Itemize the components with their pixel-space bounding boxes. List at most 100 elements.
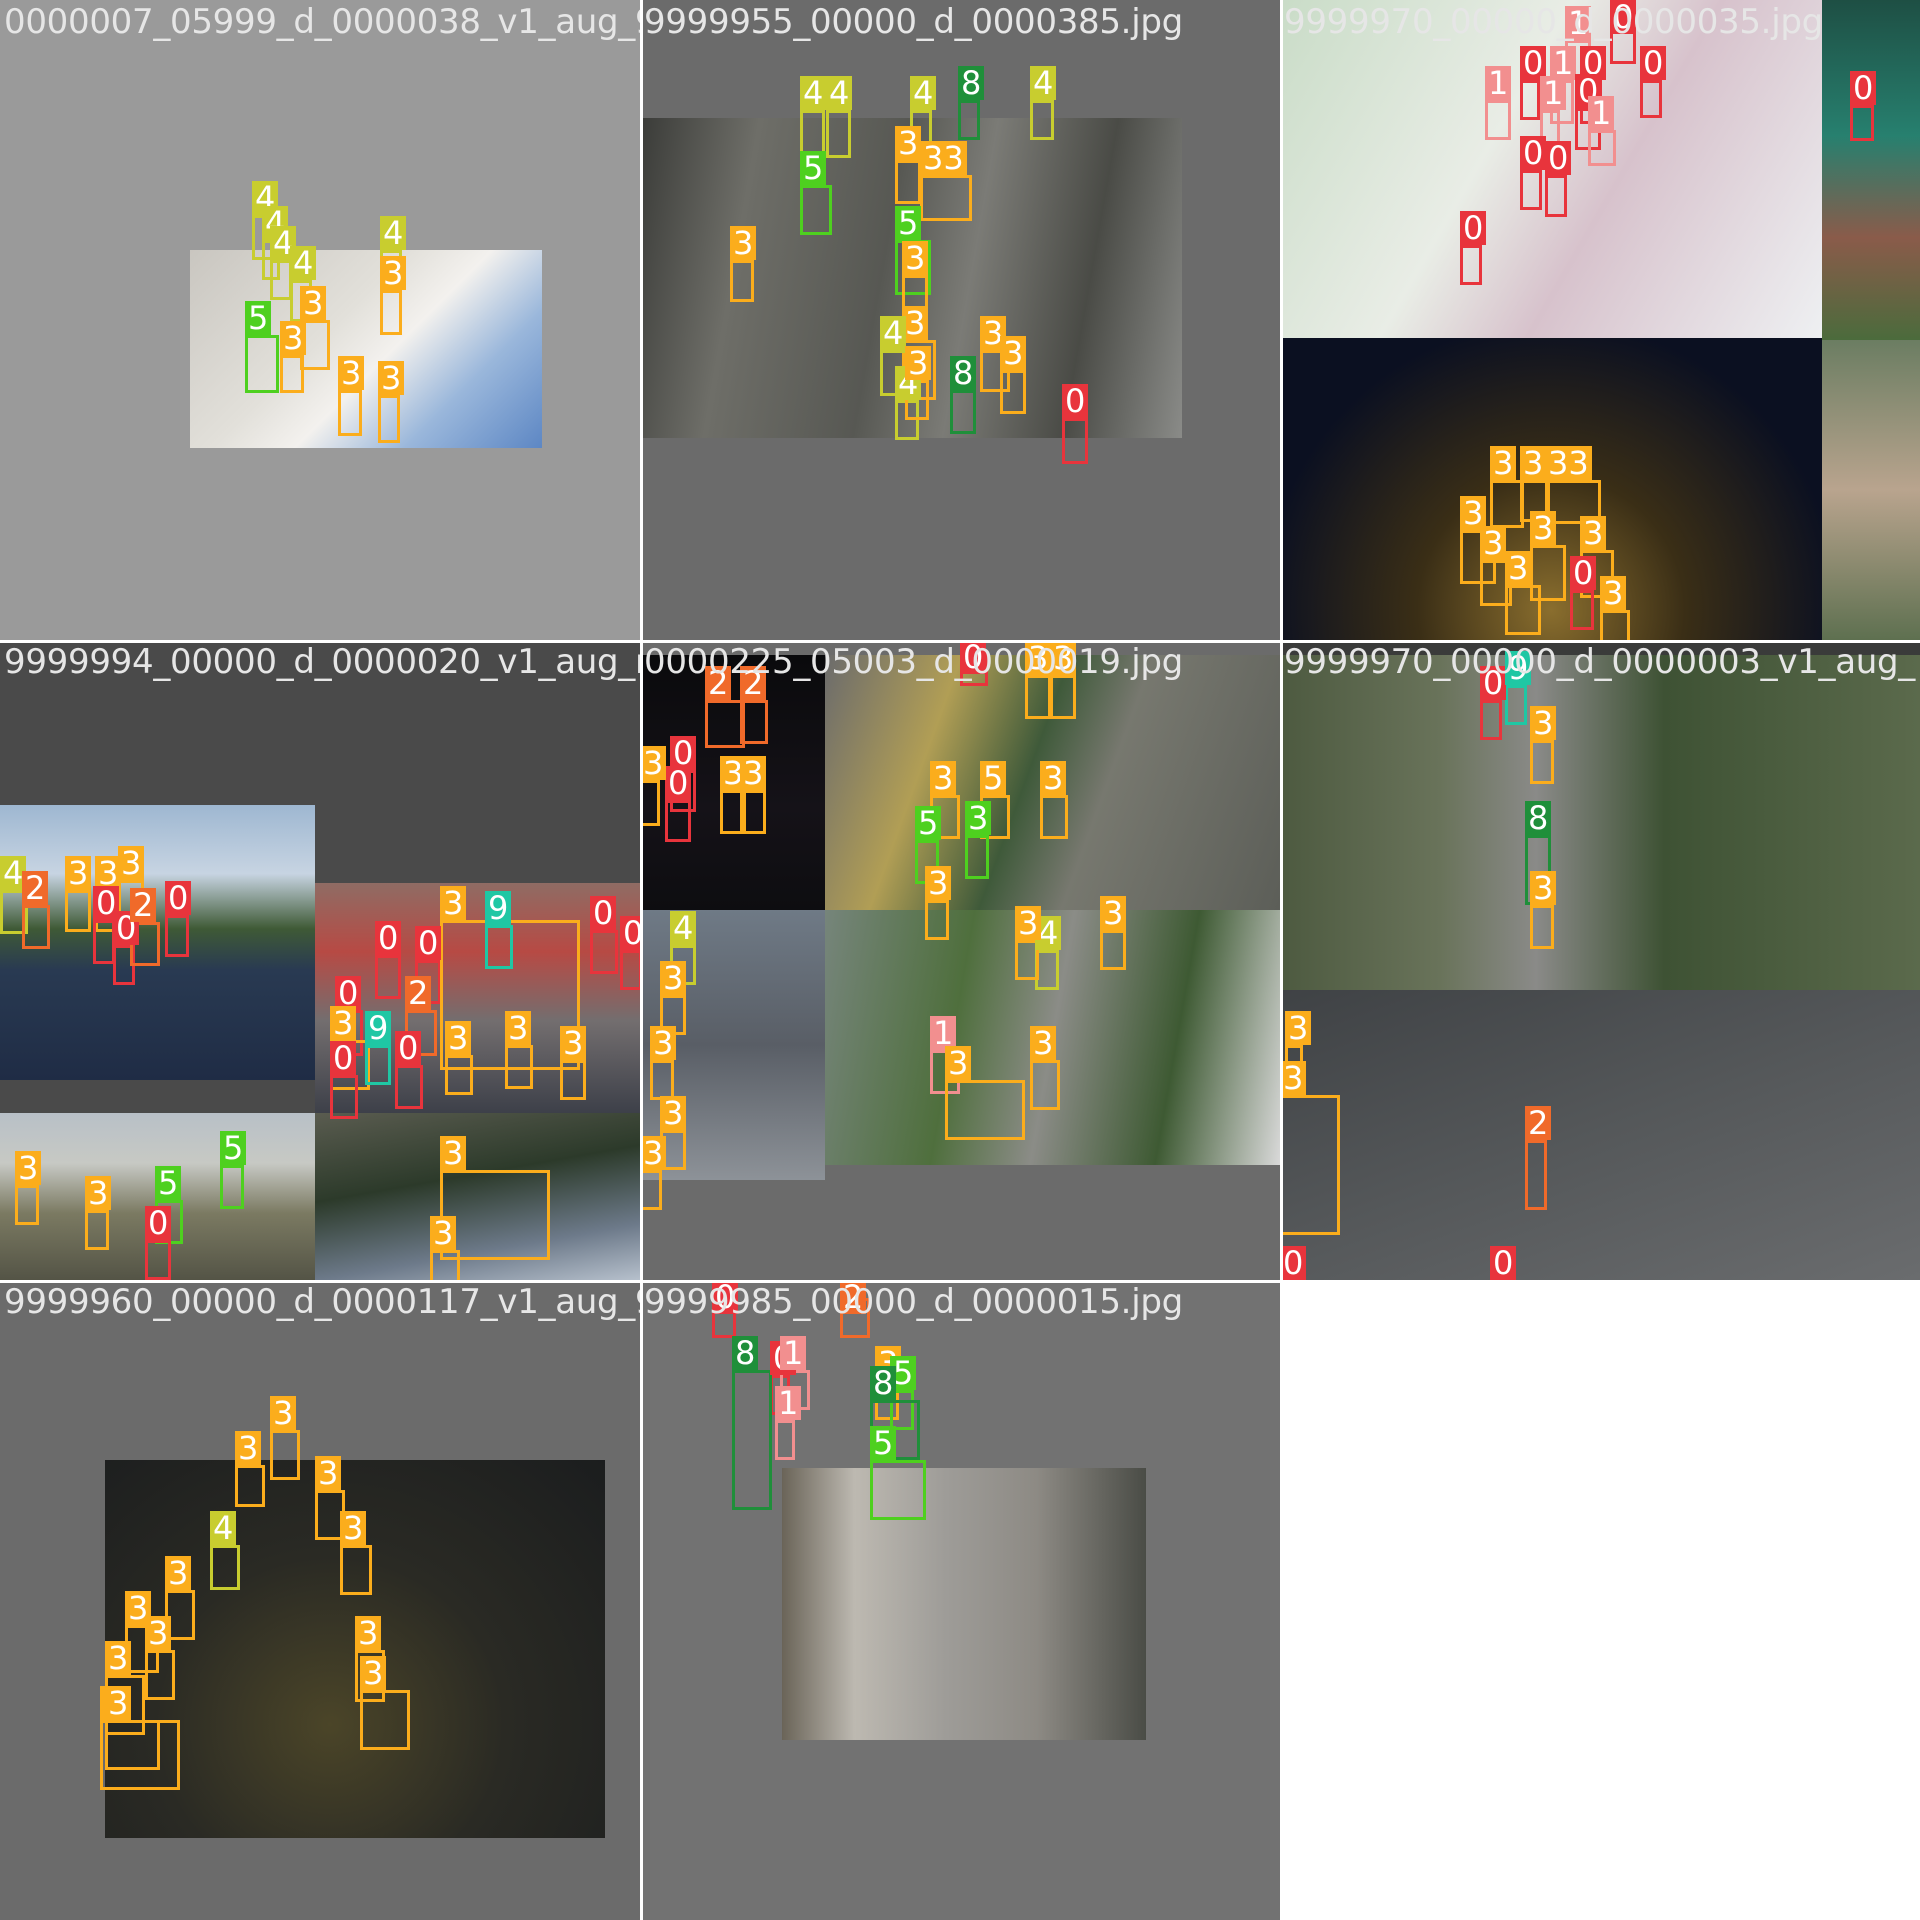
class-label: 3	[338, 356, 365, 390]
bounding-box	[705, 700, 745, 748]
bounding-box	[1545, 175, 1567, 217]
class-label: 33	[1545, 446, 1592, 480]
class-label: 3	[315, 1456, 342, 1490]
class-label: 0	[620, 916, 640, 950]
bounding-box	[85, 1210, 109, 1250]
bounding-box	[93, 920, 115, 964]
bounding-box	[590, 930, 618, 974]
bounding-box	[1850, 105, 1874, 141]
class-label: 3	[430, 1216, 457, 1250]
class-label: 1	[775, 1386, 802, 1420]
bounding-box	[65, 890, 91, 932]
bounding-box	[165, 915, 189, 957]
class-label: 4	[1030, 66, 1057, 100]
bounding-box	[640, 1170, 662, 1210]
mosaic-grid: 4 4 4 4 4 3 5 3 3 3 3 0000007_05999_d_0000038_v1_au…	[0, 0, 1920, 1920]
bounding-box	[360, 1690, 410, 1750]
class-label: 3	[1600, 576, 1627, 610]
class-label: 3	[1580, 516, 1607, 550]
bounding-box	[1280, 1095, 1340, 1235]
bounding-box	[950, 390, 976, 434]
class-label: 3	[360, 1656, 387, 1690]
bounding-box	[1100, 930, 1126, 970]
class-label: 8	[1525, 801, 1552, 835]
class-label: 5	[980, 761, 1007, 795]
bounding-box	[340, 1545, 372, 1595]
tile-filename: 9999960_00000_d_0000117_v1_aug_9.jpg	[4, 1282, 640, 1322]
class-label: 3	[105, 1686, 132, 1720]
class-label: 3	[730, 226, 757, 260]
bounding-box	[560, 1060, 586, 1100]
bounding-box	[235, 1465, 265, 1507]
bounding-box	[870, 1460, 926, 1520]
bounding-box	[1030, 1060, 1060, 1110]
class-label: 0	[1850, 71, 1877, 105]
bounding-box	[1505, 585, 1541, 635]
bounding-box	[920, 175, 972, 221]
class-label: 3	[505, 1011, 532, 1045]
class-label: 0	[1280, 1246, 1307, 1280]
bounding-box	[665, 800, 691, 842]
bounding-box	[1640, 80, 1662, 118]
class-label: 3	[905, 346, 932, 380]
class-label: 4	[910, 76, 937, 110]
bounding-box	[330, 1075, 358, 1119]
aerial-photo	[1280, 990, 1920, 1280]
class-label: 2	[22, 871, 49, 905]
class-label: 3	[1285, 1011, 1312, 1045]
bounding-box	[440, 1170, 550, 1260]
bounding-box	[826, 110, 851, 158]
bounding-box	[245, 335, 279, 393]
aerial-photo	[1280, 655, 1920, 1000]
bounding-box	[775, 1420, 795, 1460]
class-label: 3	[1280, 1061, 1307, 1095]
mosaic-tile: 33343333333339999960_00000_d_0000117_v1_…	[0, 1280, 640, 1920]
class-label: 3	[930, 761, 957, 795]
class-label: 4	[210, 1511, 237, 1545]
tile-filename: 0000007_05999_d_0000038_v1_aug_9.jpg	[4, 2, 640, 42]
bounding-box	[1062, 418, 1088, 464]
class-label: 5	[895, 206, 922, 240]
bounding-box	[380, 290, 402, 335]
class-label: 3	[280, 321, 307, 355]
class-label: 3	[660, 961, 687, 995]
class-label: 5	[870, 1426, 897, 1460]
class-label: 3	[1480, 526, 1507, 560]
aerial-photo	[1822, 340, 1920, 640]
class-label: 3	[270, 1396, 297, 1430]
tile-separator	[0, 1280, 1920, 1283]
class-label: 3	[1490, 446, 1517, 480]
class-label: 5	[245, 301, 272, 335]
bounding-box	[145, 1240, 171, 1280]
class-label: 3	[165, 1556, 192, 1590]
bounding-box	[1460, 245, 1482, 285]
bounding-box	[1480, 700, 1502, 740]
mosaic-tile: 4 4 4 8 4 5 3 33 5 3 3 3 3 4 4 3 8 3 0 9999955_00000_d_0000…	[640, 0, 1280, 640]
class-label: 0	[1520, 136, 1547, 170]
bounding-box	[378, 395, 400, 443]
class-label: 3	[355, 1616, 382, 1650]
tile-filename: 9999970_00000_d_0000003_v1_aug_	[1284, 642, 1916, 682]
bounding-box	[740, 790, 766, 834]
class-label: 0	[1062, 384, 1089, 418]
class-label: 8	[732, 1336, 759, 1370]
tile-separator	[640, 0, 643, 1920]
aerial-photo	[782, 1468, 1146, 1740]
bounding-box	[1520, 80, 1540, 120]
class-label: 3	[1015, 906, 1042, 940]
bounding-box	[270, 260, 292, 300]
bounding-box	[800, 185, 832, 235]
bounding-box	[1000, 370, 1026, 414]
class-label: 0	[375, 921, 402, 955]
bounding-box	[22, 905, 50, 949]
bounding-box	[1040, 795, 1068, 839]
class-label: 1	[1485, 66, 1512, 100]
tile-filename: 9999994_00000_d_0000020_v1_aug_mosaic.jp…	[4, 642, 640, 682]
class-label: 5	[155, 1166, 182, 1200]
bounding-box	[445, 1055, 473, 1095]
bounding-box	[338, 390, 362, 436]
class-label: 8	[958, 66, 985, 100]
bounding-box	[430, 1250, 460, 1280]
class-label: 2	[405, 976, 432, 1010]
class-label: 8	[870, 1366, 897, 1400]
